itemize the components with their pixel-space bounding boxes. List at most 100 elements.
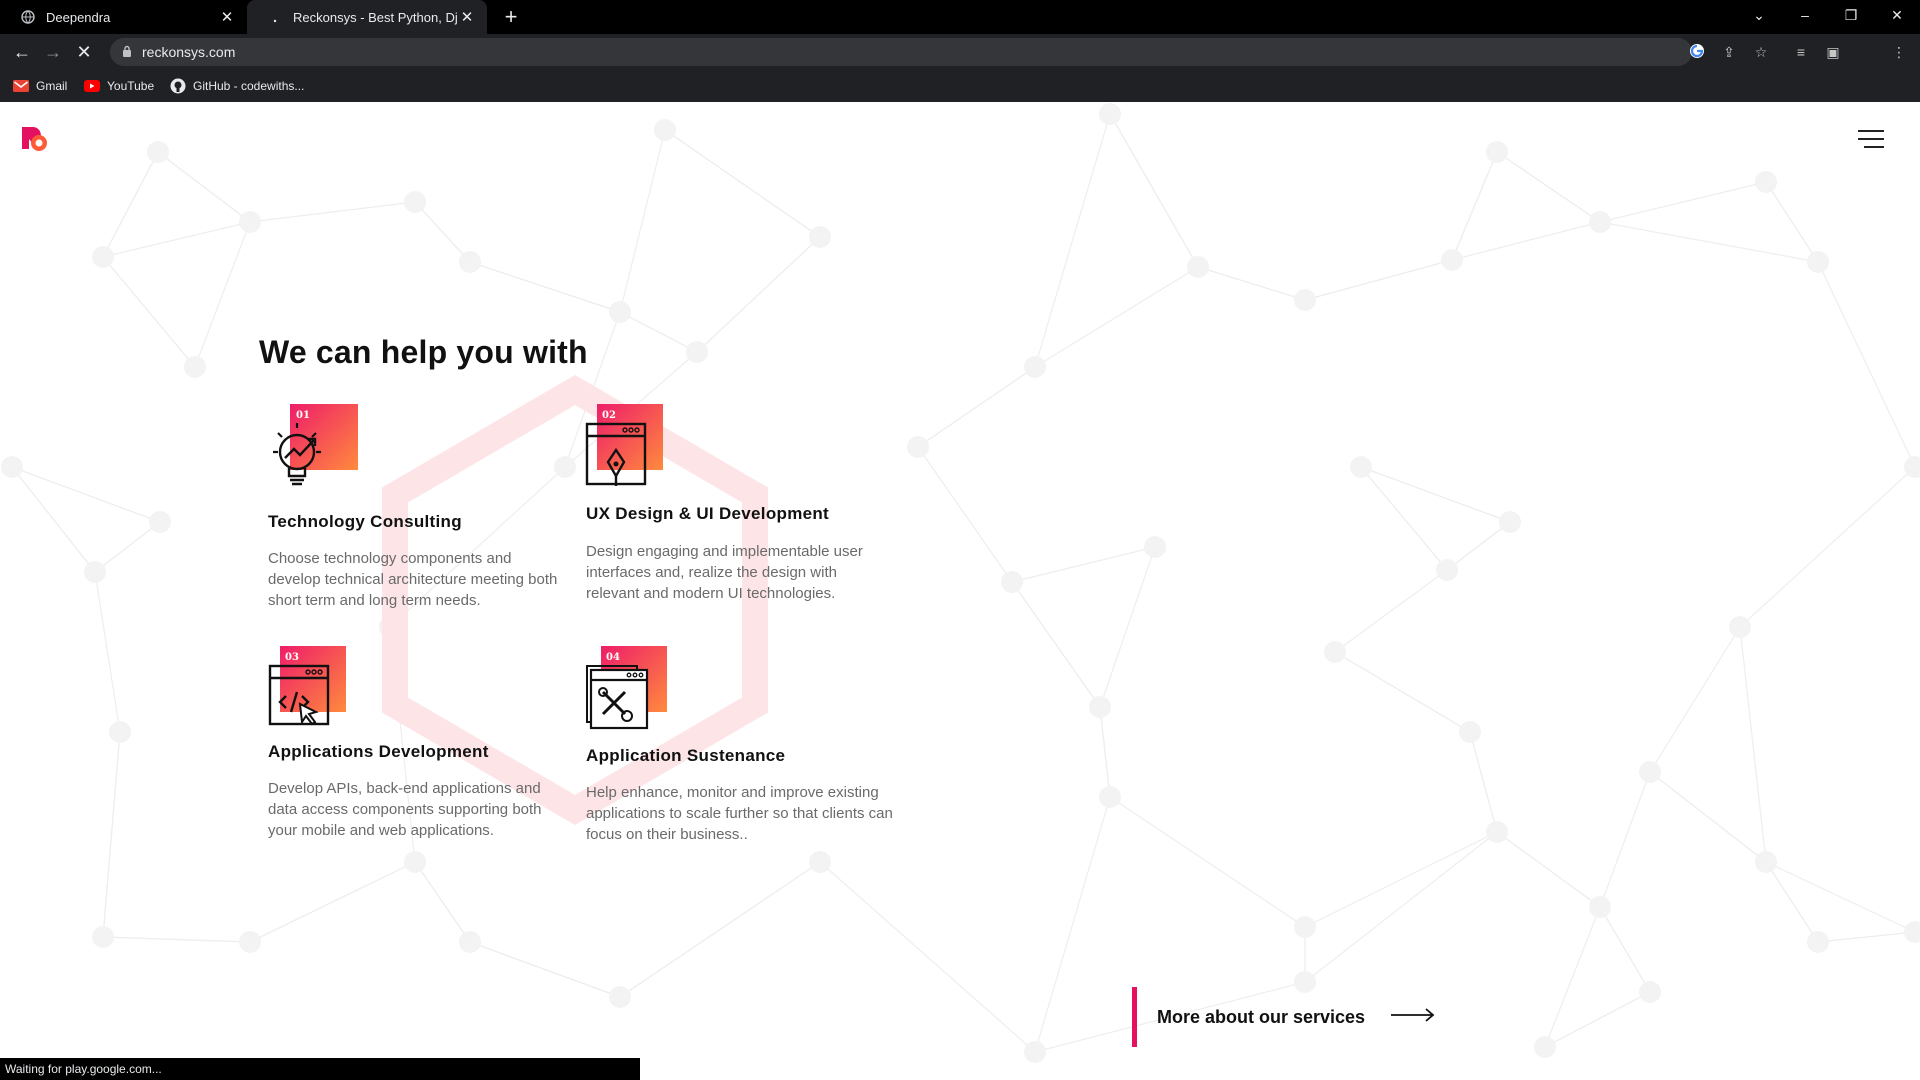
network-node [1001,571,1023,593]
new-tab-icon[interactable]: + [498,4,524,30]
arrow-right-icon [1391,1007,1435,1027]
network-node [239,931,261,953]
network-line [917,446,1013,583]
network-node [1187,256,1209,278]
service-number-02: 02 [602,410,616,421]
minimize-icon[interactable]: – [1782,0,1828,30]
network-line [1544,991,1651,1048]
webpage: We can help you with 01 Technology Consu… [0,102,1920,1080]
network-node [149,511,171,533]
network-line [249,201,416,223]
network-line [1197,266,1306,301]
network-line [1304,831,1498,928]
network-node [1324,641,1346,663]
network-node [1350,456,1372,478]
gmail-icon [13,78,29,94]
network-node [239,211,261,233]
network-line [664,129,821,238]
network-line [414,201,471,263]
google-lens-icon[interactable] [1688,43,1706,61]
service-number-01: 01 [296,410,310,421]
network-line [1304,831,1498,983]
lock-icon [122,45,132,63]
network-node [1089,696,1111,718]
network-line [819,861,1036,1053]
network-line [102,221,251,258]
network-node [1534,1036,1556,1058]
side-panel-icon[interactable]: ▣ [1824,43,1842,61]
stop-loading-icon[interactable]: ✕ [72,40,96,64]
network-node [1024,1041,1046,1063]
service-desc-ux-design: Design engaging and implementable user i… [586,543,863,602]
network-line [1451,151,1498,261]
bookmark-label: YouTube [107,79,155,93]
network-line [414,861,471,943]
network-line [1446,521,1511,571]
network-line [94,571,121,733]
network-line [1739,466,1916,628]
network-line [1739,626,1767,863]
network-line [1599,906,1651,993]
network-node [809,226,831,248]
loading-icon [267,9,283,25]
network-line [102,936,251,943]
bookmark-gmail[interactable]: Gmail [13,77,67,95]
network-line [1334,569,1448,653]
youtube-icon [84,78,100,94]
media-controls-icon[interactable]: ≡ [1792,43,1810,61]
address-bar[interactable]: reckonsys.com [110,38,1692,66]
network-line [1599,221,1819,263]
back-icon[interactable]: ← [10,40,34,64]
section-heading: We can help you with [259,334,588,370]
browser-toolbar: ← → ✕ reckonsys.com ⇪ ☆ ≡ ▣ a ⋮ [0,34,1920,96]
close-tab-icon[interactable]: ✕ [457,8,477,26]
network-line [1817,931,1916,943]
network-line [249,861,416,943]
bookmark-star-icon[interactable]: ☆ [1752,43,1770,61]
bookmark-github[interactable]: GitHub - codewiths... [170,77,304,95]
network-line [619,311,698,353]
service-desc-sustenance: Help enhance, monitor and improve existi… [586,784,893,843]
close-window-icon[interactable]: ✕ [1874,0,1920,30]
reckonsys-logo[interactable] [20,124,50,154]
cta-accent-bar [1132,987,1137,1047]
service-title-consulting: Technology Consulting [268,512,462,531]
tab-reckonsys[interactable]: Reckonsys - Best Python, Django ✕ [247,0,487,34]
network-node [184,356,206,378]
network-line [194,221,251,368]
network-node [1099,786,1121,808]
status-bar: Waiting for play.google.com... [0,1058,640,1080]
network-node [1639,761,1661,783]
more-services-link[interactable]: More about our services [1132,987,1435,1047]
pen-design-icon: 02 [585,404,669,495]
network-node [609,986,631,1008]
tab-title: Deependra [46,9,111,25]
tab-search-icon[interactable]: ⌄ [1736,0,1782,30]
code-window-icon: 03 [268,646,352,735]
network-node [1294,289,1316,311]
network-line [1099,706,1111,798]
network-line [1599,771,1651,908]
menu-icon[interactable] [1858,130,1884,150]
bookmark-label: Gmail [36,79,68,93]
forward-icon[interactable]: → [41,40,65,64]
network-node [1294,916,1316,938]
tab-title: Reckonsys - Best Python, Django [293,9,457,25]
network-line [1334,651,1471,733]
network-line [1304,259,1453,301]
close-tab-icon[interactable]: ✕ [217,8,237,26]
network-line [1649,626,1741,773]
network-node [1436,559,1458,581]
tab-deependra[interactable]: Deependra ✕ [0,0,247,34]
service-desc-consulting: Choose technology components and develop… [268,550,558,609]
network-node [1755,171,1777,193]
network-line [1469,731,1498,833]
more-options-icon[interactable]: ⋮ [1890,43,1908,61]
network-line [1599,181,1767,223]
bookmark-youtube[interactable]: YouTube [84,77,154,95]
network-node [654,119,676,141]
restore-icon[interactable]: ❐ [1828,0,1874,30]
network-line [1109,113,1199,268]
share-icon[interactable]: ⇪ [1720,43,1738,61]
bookmark-label: GitHub - codewiths... [193,79,305,93]
